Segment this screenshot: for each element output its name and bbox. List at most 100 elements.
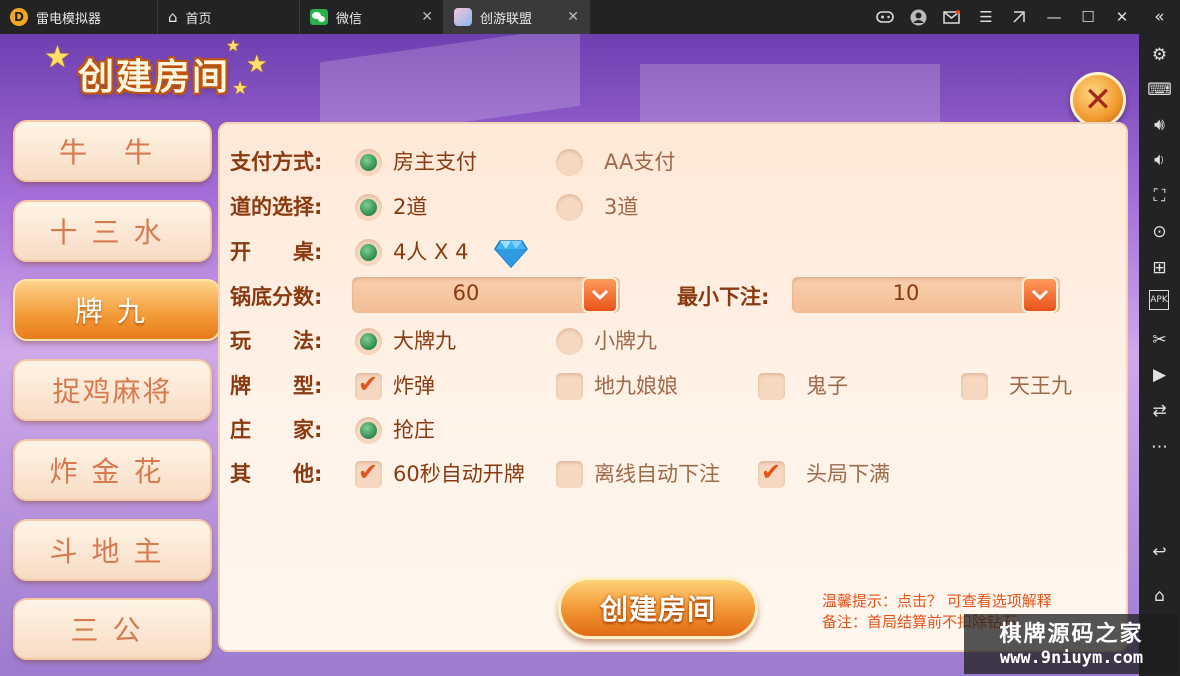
pin-icon[interactable] [1002, 0, 1036, 34]
chevron-down-icon[interactable] [1022, 277, 1058, 313]
wechat-icon [310, 9, 328, 25]
game-item-label: 三公 [70, 614, 155, 647]
video-icon[interactable]: ▶ [1147, 362, 1172, 387]
volume-up-icon[interactable]: 🔊︎ [1147, 112, 1172, 137]
auto-open-text: 60秒自动开牌 [393, 462, 525, 486]
base-score-select[interactable]: 60 [352, 277, 620, 313]
lanes-2-text: 2道 [393, 195, 428, 219]
table-radio[interactable] [355, 239, 382, 266]
tab-label: 微信 [336, 11, 363, 27]
payment-owner-radio[interactable] [355, 149, 382, 176]
close-tab-icon[interactable]: ✕ [421, 9, 433, 25]
game-item-shisanshui[interactable]: 十三水 [13, 200, 212, 262]
lanes-3-radio[interactable] [556, 194, 583, 221]
banker-label: 庄 家: [230, 418, 323, 442]
chevron-down-icon[interactable] [582, 277, 618, 313]
more-icon[interactable]: ⋯ [1147, 434, 1172, 459]
tab-home[interactable]: ⌂ 首页 [158, 0, 300, 34]
settings-icon[interactable]: ⚙ [1147, 42, 1172, 67]
menu-icon[interactable]: ☰ [969, 0, 1003, 34]
game-item-sangong[interactable]: 三公 [13, 598, 212, 660]
close-dialog-button[interactable]: ✕ [1070, 72, 1126, 128]
emulator-toolbar: « ⚙ ⌨ 🔊︎ 🔉︎ ⛶ ⊙ ⊞ APK ✂ ▶ ⇄ ⋯ ↩ ⌂ [1139, 0, 1180, 676]
star-icon: ★ [246, 50, 268, 78]
mail-icon[interactable] [934, 0, 968, 34]
game-item-label: 捉鸡麻将 [52, 375, 173, 408]
play-mode-big-radio[interactable] [355, 328, 382, 355]
star-icon: ★ [232, 78, 249, 99]
keyboard-icon[interactable]: ⌨ [1147, 77, 1172, 102]
volume-down-icon[interactable]: 🔉︎ [1147, 147, 1172, 172]
apk-icon[interactable]: APK [1149, 290, 1169, 310]
payment-aa-radio[interactable] [556, 149, 583, 176]
game-item-label: 十三水 [49, 216, 176, 249]
card-types-label: 牌 型: [230, 374, 323, 398]
min-bet-value: 10 [892, 281, 920, 305]
diamond-icon [494, 240, 528, 269]
first-round-full-checkbox[interactable] [758, 458, 785, 488]
sync-icon[interactable]: ⇄ [1147, 398, 1172, 423]
page-title: 创建房间 [78, 57, 231, 98]
watermark-title: 棋牌源码之家 [999, 622, 1144, 647]
game-item-doudizhu[interactable]: 斗地主 [13, 519, 212, 581]
home-icon: ⌂ [168, 8, 178, 26]
base-score-label: 锅底分数: [230, 285, 323, 309]
game-item-zhuoji[interactable]: 捉鸡麻将 [13, 359, 212, 421]
table-text: 4人 X 4 [393, 240, 469, 264]
tab-game[interactable]: 创游联盟 ✕ [444, 0, 590, 34]
back-icon[interactable]: ↩ [1147, 539, 1172, 564]
game-item-niuniu[interactable]: 牛 牛 [13, 120, 212, 182]
banker-text: 抢庄 [393, 418, 435, 442]
play-mode-label: 玩 法: [230, 329, 323, 353]
add-window-icon[interactable]: ⊞ [1147, 255, 1172, 280]
user-icon[interactable] [901, 0, 935, 34]
close-tab-icon[interactable]: ✕ [567, 9, 579, 25]
card-type-dijiu-text: 地九娘娘 [594, 374, 678, 398]
payment-aa-text: AA支付 [604, 150, 676, 174]
app-name: 雷电模拟器 [36, 11, 102, 27]
lanes-label: 道的选择: [230, 195, 323, 219]
card-type-bomb-text: 炸弹 [393, 374, 435, 398]
tab-wechat[interactable]: 微信 ✕ [300, 0, 444, 34]
game-screen: ★ ★ ★ ★ 创建房间 ✕ 牛 牛 十三水 牌九 捉鸡麻将 炸金花 斗地主 三… [0, 34, 1139, 676]
watermark: 棋牌源码之家 www.9niuym.com [964, 614, 1179, 674]
close-icon: ✕ [1083, 80, 1113, 120]
base-score-value: 60 [452, 281, 480, 305]
minimize-icon[interactable]: — [1037, 0, 1071, 34]
app-tab[interactable]: D 雷电模拟器 [0, 0, 158, 34]
offline-bet-checkbox[interactable] [556, 461, 583, 488]
card-type-tianwang-checkbox[interactable] [961, 373, 988, 400]
create-room-label: 创建房间 [599, 593, 716, 626]
star-icon: ★ [44, 40, 71, 75]
window-close-icon[interactable]: ✕ [1105, 0, 1139, 34]
card-type-dijiu-checkbox[interactable] [556, 373, 583, 400]
maximize-icon[interactable]: ☐ [1071, 0, 1105, 34]
hint-text: 温馨提示：点击？ 可查看选项解释 [822, 592, 1052, 610]
auto-open-checkbox[interactable] [355, 458, 382, 488]
lanes-3-text: 3道 [604, 195, 639, 219]
play-mode-big-text: 大牌九 [393, 329, 456, 353]
card-type-bomb-checkbox[interactable] [355, 370, 382, 400]
game-item-label: 牌九 [74, 295, 159, 328]
lanes-2-radio[interactable] [355, 194, 382, 221]
gamepad-icon[interactable] [868, 0, 902, 34]
collapse-icon[interactable]: « [1147, 4, 1172, 29]
screenshot-icon[interactable]: ⛶ [1147, 183, 1172, 208]
banker-radio[interactable] [355, 417, 382, 444]
play-mode-small-radio[interactable] [556, 328, 583, 355]
game-item-label: 炸金花 [49, 455, 176, 488]
record-icon[interactable]: ⊙ [1147, 219, 1172, 244]
scissors-icon[interactable]: ✂ [1147, 327, 1172, 352]
game-item-zhajinhua[interactable]: 炸金花 [13, 439, 212, 501]
min-bet-label: 最小下注: [677, 285, 770, 309]
card-type-guizi-checkbox[interactable] [758, 373, 785, 400]
game-item-paijiu[interactable]: 牌九 [13, 279, 231, 341]
create-room-button[interactable]: 创建房间 [558, 577, 758, 639]
watermark-url: www.9niuym.com [999, 648, 1144, 668]
card-type-guizi-text: 鬼子 [806, 374, 848, 398]
min-bet-select[interactable]: 10 [792, 277, 1060, 313]
home-nav-icon[interactable]: ⌂ [1147, 583, 1172, 608]
tab-label: 创游联盟 [480, 11, 533, 27]
payment-owner-text: 房主支付 [393, 150, 477, 174]
offline-bet-text: 离线自动下注 [594, 462, 720, 486]
